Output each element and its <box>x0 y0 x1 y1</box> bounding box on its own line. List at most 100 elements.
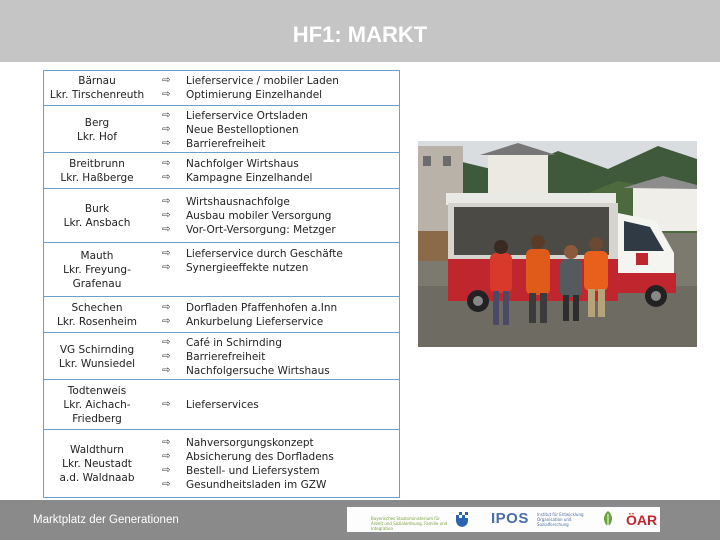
measure-text: Absicherung des Dorfladens <box>186 451 334 463</box>
list-item: ⇨ Vor-Ort-Versorgung: Metzger <box>162 223 399 237</box>
measure-text: Barrierefreiheit <box>186 137 266 150</box>
location-name: Bärnau <box>78 75 116 87</box>
table-row: VG Schirnding Lkr. Wunsiedel ⇨ Café in Sc… <box>44 332 399 380</box>
list-item: ⇨ Barrierefreiheit <box>162 350 399 364</box>
measures-list: ⇨ Nachfolger Wirtshaus ⇨ Kampagne Einzelha… <box>162 153 399 189</box>
measures-list: ⇨ Café in Schirnding ⇨ Barrierefreiheit ⇨ N… <box>162 333 399 380</box>
location-name: Mauth <box>80 250 114 262</box>
arrow-icon: ⇨ <box>162 123 171 135</box>
location-district: Lkr. Haßberge <box>60 172 134 184</box>
arrow-icon: ⇨ <box>162 196 171 207</box>
list-item: ⇨ Ausbau mobiler Versorgung <box>162 209 399 223</box>
list-item: ⇨ Dorfladen Pfaffenhofen a.Inn <box>162 301 399 315</box>
arrow-icon: ⇨ <box>162 364 171 376</box>
location-name: Schechen <box>71 302 123 314</box>
arrow-icon: ⇨ <box>162 437 171 448</box>
location-cell: Berg Lkr. Hof <box>44 106 150 153</box>
location-district-cont: Grafenau <box>72 278 122 290</box>
measures-list: ⇨ Lieferservice Ortsladen ⇨ Neue Bestellop… <box>162 106 399 153</box>
measure-text: Neue Bestelloptionen <box>186 123 299 136</box>
location-district: Lkr. Ansbach <box>63 217 131 229</box>
arrow-icon: ⇨ <box>162 210 171 221</box>
measure-text: Synergieeffekte nutzen <box>186 262 309 274</box>
list-item: ⇨ Kampagne Einzelhandel <box>162 171 399 185</box>
measure-text: Nahversorgungskonzept <box>186 437 314 449</box>
list-item: ⇨ Synergieeffekte nutzen <box>162 261 399 275</box>
project-table: Bärnau Lkr. Tirschenreuth ⇨ Lieferservice… <box>43 70 400 498</box>
location-name: Waldthurn <box>70 444 124 456</box>
measure-text: Wirtshausnachfolge <box>186 196 290 208</box>
bavaria-crest-icon <box>455 511 469 528</box>
table-row: Bärnau Lkr. Tirschenreuth ⇨ Lieferservice… <box>44 71 399 105</box>
location-name: Berg <box>84 116 110 129</box>
list-item: ⇨ Wirtshausnachfolge <box>162 195 399 209</box>
location-district: Lkr. Rosenheim <box>56 316 138 328</box>
arrow-icon: ⇨ <box>162 350 171 362</box>
measure-text: Lieferservice / mobiler Laden <box>186 75 339 87</box>
arrow-icon: ⇨ <box>162 137 171 149</box>
location-district-cont: Friedberg <box>72 413 122 425</box>
measures-list: ⇨ Lieferservice durch Geschäfte ⇨ Synergie… <box>162 243 399 301</box>
measures-list: ⇨ Dorfladen Pfaffenhofen a.Inn ⇨ Ankurbelu… <box>162 297 399 333</box>
list-item: ⇨ Lieferservices <box>162 398 399 412</box>
measures-list: ⇨ Wirtshausnachfolge ⇨ Ausbau mobiler Vers… <box>162 189 399 243</box>
location-cell: Bärnau Lkr. Tirschenreuth <box>44 71 150 105</box>
table-row: Mauth Lkr. Freyung- Grafenau ⇨ Lieferserv… <box>44 242 399 297</box>
arrow-icon: ⇨ <box>162 158 171 169</box>
logo-strip: Bayerisches Staatsministerium für Arbeit… <box>347 507 660 532</box>
list-item: ⇨ Nahversorgungskonzept <box>162 436 399 450</box>
measure-text: Bestell- und Liefersystem <box>186 465 320 477</box>
arrow-icon: ⇨ <box>162 479 171 490</box>
list-item: ⇨ Absicherung des Dorfladens <box>162 450 399 464</box>
measure-text: Barrierefreiheit <box>186 350 266 363</box>
ministry-logo-text: Bayerisches Staatsministerium für Arbeit… <box>371 516 448 531</box>
arrow-icon: ⇨ <box>162 336 171 348</box>
arrow-icon: ⇨ <box>162 109 171 121</box>
measures-list: ⇨ Nahversorgungskonzept ⇨ Absicherung des … <box>162 430 399 498</box>
measure-text: Dorfladen Pfaffenhofen a.Inn <box>186 302 338 314</box>
measure-text: Vor-Ort-Versorgung: Metzger <box>186 224 336 236</box>
footer-text: Marktplatz der Generationen <box>33 514 179 526</box>
location-cell: VG Schirnding Lkr. Wunsiedel <box>44 333 150 380</box>
arrow-icon: ⇨ <box>162 465 171 476</box>
list-item: ⇨ Barrierefreiheit <box>162 137 399 151</box>
measure-text: Nachfolgersuche Wirtshaus <box>186 364 330 377</box>
measure-text: Lieferservices <box>186 399 259 411</box>
location-name: VG Schirnding <box>59 343 135 356</box>
measure-text: Lieferservice Ortsladen <box>186 109 308 122</box>
location-cell: Burk Lkr. Ansbach <box>44 189 150 243</box>
list-item: ⇨ Ankurbelung Lieferservice <box>162 315 399 329</box>
location-district: Lkr. Wunsiedel <box>58 357 136 370</box>
table-row: Waldthurn Lkr. Neustadt a.d. Waldnaab ⇨ N… <box>44 429 399 498</box>
measure-text: Gesundheitsladen im GZW <box>186 479 327 491</box>
location-district: Lkr. Tirschenreuth <box>49 89 145 101</box>
location-cell: Breitbrunn Lkr. Haßberge <box>44 153 150 189</box>
institute-logo-text: Institut für Entwicklung Organisation un… <box>537 512 584 527</box>
mobile-shop-illustration <box>418 141 697 347</box>
list-item: ⇨ Nachfolger Wirtshaus <box>162 157 399 171</box>
location-district: Lkr. Hof <box>77 130 117 143</box>
list-item: ⇨ Neue Bestelloptionen <box>162 123 399 137</box>
measures-list: ⇨ Lieferservices <box>162 380 399 430</box>
arrow-icon: ⇨ <box>162 75 171 86</box>
location-cell: Waldthurn Lkr. Neustadt a.d. Waldnaab <box>44 430 150 498</box>
ipos-logo: IPOS <box>491 510 529 527</box>
header-bar: HF1: MARKT <box>0 0 720 62</box>
page-title: HF1: MARKT <box>292 22 428 47</box>
list-item: ⇨ Lieferservice durch Geschäfte <box>162 247 399 261</box>
measure-text: Optimierung Einzelhandel <box>186 89 323 101</box>
measure-text: Ankurbelung Lieferservice <box>186 316 324 328</box>
arrow-icon: ⇨ <box>162 316 171 327</box>
mobile-shop-photo <box>418 141 697 347</box>
location-cell: Todtenweis Lkr. Aichach- Friedberg <box>44 380 150 430</box>
location-district: Lkr. Aichach- <box>63 399 131 411</box>
list-item: ⇨ Lieferservice / mobiler Laden <box>162 74 399 88</box>
table-row: Schechen Lkr. Rosenheim ⇨ Dorfladen Pfaff… <box>44 296 399 333</box>
list-item: ⇨ Optimierung Einzelhandel <box>162 88 399 102</box>
arrow-icon: ⇨ <box>162 399 171 410</box>
measure-text: Ausbau mobiler Versorgung <box>186 210 332 222</box>
arrow-icon: ⇨ <box>162 89 171 100</box>
list-item: ⇨ Bestell- und Liefersystem <box>162 464 399 478</box>
measure-text: Kampagne Einzelhandel <box>186 172 313 184</box>
oar-logo: ÖAR <box>626 512 658 528</box>
